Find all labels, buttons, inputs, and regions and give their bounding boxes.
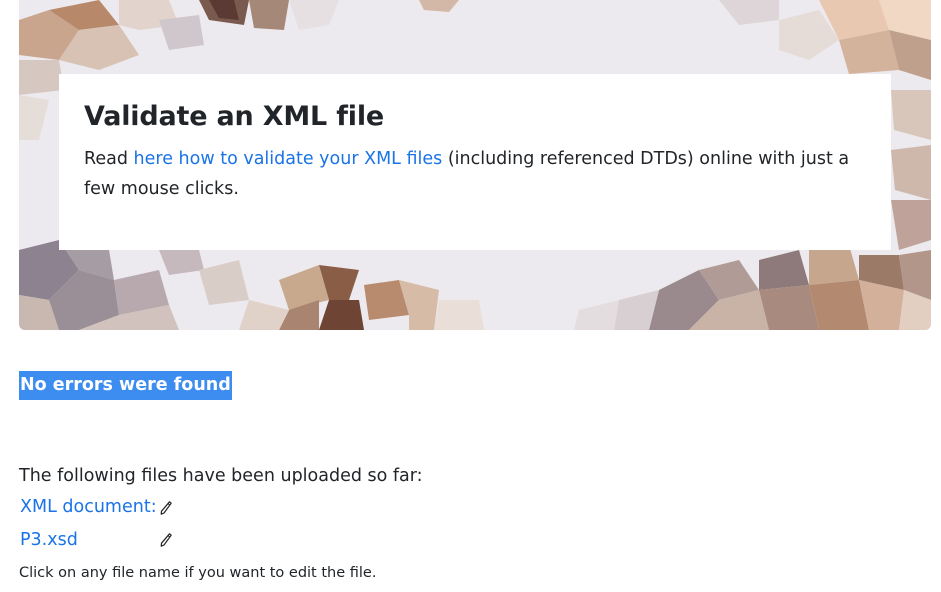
validation-status-message: No errors were found (19, 371, 232, 400)
file-link-xml-document[interactable]: XML document: (20, 492, 157, 522)
hero-card: Validate an XML file Read here how to va… (59, 74, 891, 250)
edit-hint-text: Click on any file name if you want to ed… (19, 565, 377, 581)
uploaded-files-intro: The following files have been uploaded s… (19, 466, 423, 486)
hero-description: Read here how to validate your XML files… (84, 144, 865, 204)
page-title: Validate an XML file (84, 101, 385, 132)
validate-help-link[interactable]: here how to validate your XML files (134, 149, 443, 169)
page: Validate an XML file Read here how to va… (0, 0, 941, 592)
hero-text-before: Read (84, 149, 134, 169)
file-link-p3-xsd[interactable]: P3.xsd (20, 525, 78, 555)
hero-banner: Validate an XML file Read here how to va… (19, 0, 931, 330)
pencil-edit-icon[interactable] (160, 501, 172, 515)
pencil-edit-icon[interactable] (160, 533, 172, 547)
